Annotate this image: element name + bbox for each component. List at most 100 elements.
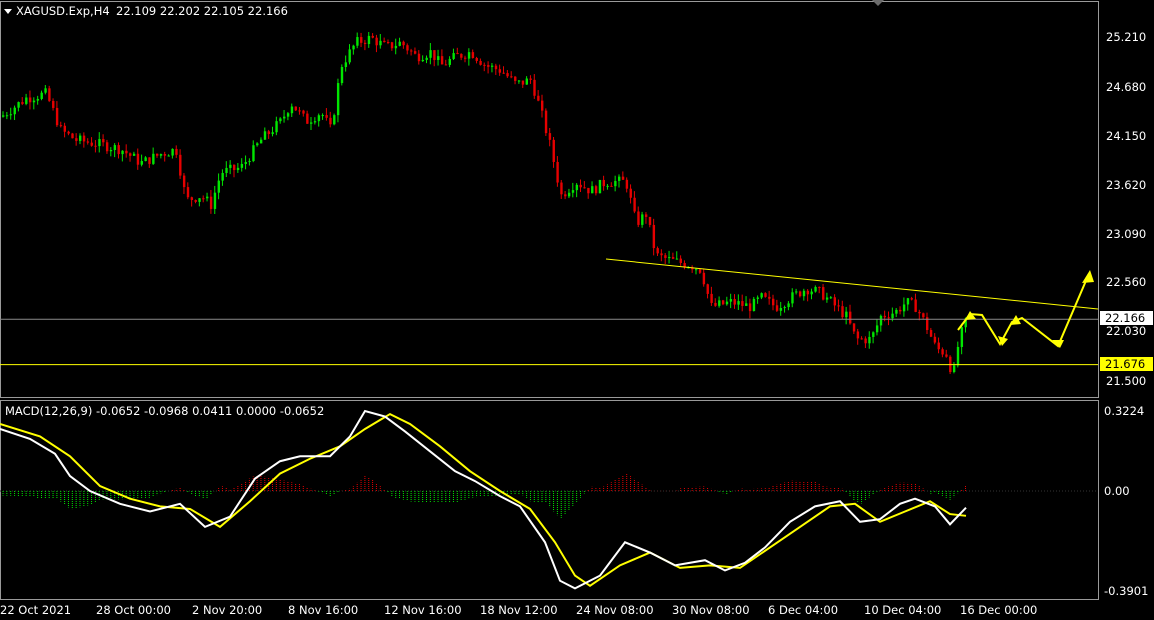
candle-bear: [21, 102, 24, 104]
time-label: 16 Dec 00:00: [960, 603, 1037, 617]
candle-bear: [929, 330, 933, 337]
candle-bear: [849, 311, 852, 324]
price-tick: 21.500: [1106, 374, 1146, 388]
candle-bull: [845, 311, 848, 318]
candle-bear: [629, 188, 632, 198]
candle-bull: [271, 132, 274, 135]
chart-background: [0, 0, 1154, 620]
candle-bull: [614, 180, 617, 187]
candle-bear: [86, 141, 90, 143]
candle-bull: [206, 196, 209, 199]
candle-bear: [413, 51, 417, 54]
candle-bear: [822, 287, 825, 300]
price-tick: 25.210: [1106, 30, 1146, 44]
candle-bear: [714, 302, 717, 306]
candle-bear: [883, 315, 887, 318]
candle-bear: [798, 291, 802, 297]
candle-bull: [575, 184, 579, 191]
support-level-label: 21.676: [1105, 357, 1145, 371]
candle-bull: [221, 172, 224, 181]
candle-bear: [710, 293, 713, 303]
candle-bull: [752, 298, 756, 312]
candle-bear: [387, 42, 390, 44]
macd-tick: 0.3224: [1104, 404, 1144, 418]
candle-bull: [906, 298, 910, 305]
candle-bear: [625, 179, 629, 189]
candle-bull: [40, 92, 43, 99]
candle-bear: [75, 138, 78, 141]
candle-bear: [660, 253, 663, 256]
candle-bear: [487, 65, 490, 67]
candle-bear: [67, 131, 70, 134]
candle-bear: [102, 139, 105, 143]
candle-bear: [510, 76, 513, 78]
chart-window[interactable]: XAGUSD.Exp,H4 22.109 22.202 22.105 22.16…: [0, 0, 1154, 620]
candle-bear: [82, 135, 86, 142]
candle-bear: [899, 309, 902, 312]
time-label: 6 Dec 04:00: [768, 603, 838, 617]
candle-bull: [317, 115, 321, 122]
candle-bull: [591, 186, 594, 194]
candle-bear: [294, 106, 297, 111]
candle-bull: [952, 365, 956, 373]
candle-bear: [548, 133, 552, 140]
candle-bull: [606, 185, 609, 187]
candle-bull: [421, 59, 425, 62]
candle-bear: [594, 186, 598, 194]
candle-bear: [529, 78, 532, 80]
candle-bull: [367, 35, 371, 44]
candle-bull: [352, 45, 355, 50]
candle-bull: [956, 346, 960, 366]
candle-bear: [406, 45, 409, 51]
candle-bear: [506, 73, 509, 77]
candle-bull: [167, 155, 170, 157]
candle-bear: [818, 287, 821, 289]
candle-bull: [356, 37, 359, 46]
candle-bull: [244, 162, 247, 164]
candle-bear: [860, 338, 863, 340]
candle-bull: [783, 307, 786, 309]
candle-bear: [105, 142, 109, 152]
candle-bull: [895, 309, 898, 314]
candle-bear: [679, 258, 682, 264]
candle-bear: [579, 184, 582, 188]
candle-bear: [702, 272, 706, 285]
candle-bull: [283, 116, 286, 119]
candle-bull: [132, 153, 136, 156]
candle-bear: [59, 125, 63, 127]
candle-bear: [583, 187, 586, 189]
candle-bull: [13, 107, 16, 115]
macd-label: MACD(12,26,9) -0.0652 -0.0968 0.0411 0.0…: [5, 404, 324, 418]
candle-bull: [779, 307, 783, 311]
candle-bear: [475, 57, 478, 61]
candle-bull: [398, 41, 401, 46]
candle-bull: [140, 161, 143, 165]
candle-bull: [256, 143, 259, 146]
candle-bear: [533, 79, 536, 96]
candle-bull: [321, 115, 324, 117]
time-label: 12 Nov 16:00: [384, 603, 462, 617]
candle-bear: [764, 293, 767, 297]
candle-bull: [313, 121, 317, 123]
time-axis[interactable]: 22 Oct 2021 28 Oct 00:00 2 Nov 20:00 8 N…: [0, 603, 1037, 617]
candle-bear: [209, 196, 213, 209]
price-tick: 22.030: [1106, 324, 1146, 338]
price-tick: 24.150: [1106, 129, 1146, 143]
candle-bull: [437, 56, 440, 60]
candle-bear: [63, 125, 66, 132]
candle-bull: [668, 257, 671, 259]
candle-bull: [310, 122, 313, 124]
candle-bull: [872, 332, 875, 337]
candle-bull: [36, 98, 40, 101]
candle-bull: [875, 325, 879, 333]
candle-bull: [825, 297, 829, 300]
candle-bull: [121, 150, 124, 155]
candle-bear: [267, 131, 271, 135]
candle-bull: [213, 192, 217, 209]
time-label: 8 Nov 16:00: [288, 603, 358, 617]
candle-bear: [521, 80, 525, 85]
candle-bull: [960, 327, 964, 347]
candle-bear: [733, 299, 736, 305]
candle-bear: [537, 95, 540, 101]
candle-bear: [52, 100, 55, 108]
